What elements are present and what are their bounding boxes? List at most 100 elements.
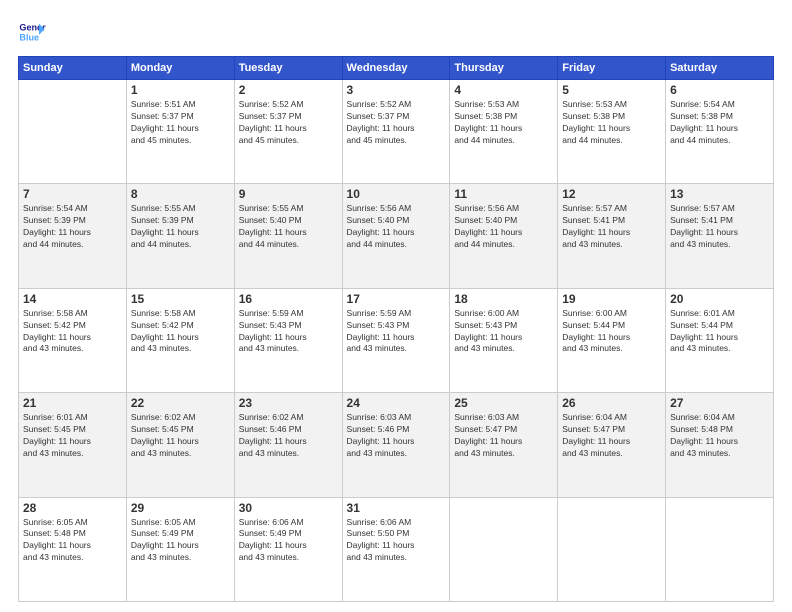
calendar-cell: 14 Sunrise: 5:58 AM Sunset: 5:42 PM Dayli…	[19, 288, 127, 392]
day-info: Sunrise: 6:01 AM Sunset: 5:44 PM Dayligh…	[670, 308, 769, 356]
calendar-header: SundayMondayTuesdayWednesdayThursdayFrid…	[19, 57, 774, 80]
day-number: 27	[670, 396, 769, 410]
day-number: 31	[347, 501, 446, 515]
day-info: Sunrise: 6:01 AM Sunset: 5:45 PM Dayligh…	[23, 412, 122, 460]
week-row-3: 14 Sunrise: 5:58 AM Sunset: 5:42 PM Dayli…	[19, 288, 774, 392]
day-number: 21	[23, 396, 122, 410]
calendar-cell: 19Sunrise: 6:00 AM Sunset: 5:44 PM Dayli…	[558, 288, 666, 392]
logo-icon: General Blue	[18, 18, 46, 46]
day-info: Sunrise: 5:53 AM Sunset: 5:38 PM Dayligh…	[454, 99, 553, 147]
day-info: Sunrise: 5:55 AM Sunset: 5:40 PM Dayligh…	[239, 203, 338, 251]
day-number: 25	[454, 396, 553, 410]
calendar-cell: 23 Sunrise: 6:02 AM Sunset: 5:46 PM Dayli…	[234, 393, 342, 497]
day-info: Sunrise: 5:56 AM Sunset: 5:40 PM Dayligh…	[347, 203, 446, 251]
calendar-cell	[666, 497, 774, 601]
day-info: Sunrise: 6:02 AM Sunset: 5:46 PM Dayligh…	[239, 412, 338, 460]
day-info: Sunrise: 6:05 AM Sunset: 5:48 PM Dayligh…	[23, 517, 122, 565]
day-info: Sunrise: 5:52 AM Sunset: 5:37 PM Dayligh…	[347, 99, 446, 147]
calendar-table: SundayMondayTuesdayWednesdayThursdayFrid…	[18, 56, 774, 602]
calendar-cell	[450, 497, 558, 601]
week-row-4: 21 Sunrise: 6:01 AM Sunset: 5:45 PM Dayli…	[19, 393, 774, 497]
weekday-header-sunday: Sunday	[19, 57, 127, 80]
day-info: Sunrise: 6:04 AM Sunset: 5:48 PM Dayligh…	[670, 412, 769, 460]
day-number: 11	[454, 187, 553, 201]
day-info: Sunrise: 5:55 AM Sunset: 5:39 PM Dayligh…	[131, 203, 230, 251]
calendar-cell: 31 Sunrise: 6:06 AM Sunset: 5:50 PM Dayli…	[342, 497, 450, 601]
day-number: 28	[23, 501, 122, 515]
day-info: Sunrise: 5:54 AM Sunset: 5:38 PM Dayligh…	[670, 99, 769, 147]
day-number: 6	[670, 83, 769, 97]
calendar-cell: 11 Sunrise: 5:56 AM Sunset: 5:40 PM Dayli…	[450, 184, 558, 288]
calendar-cell: 24Sunrise: 6:03 AM Sunset: 5:46 PM Dayli…	[342, 393, 450, 497]
day-number: 22	[131, 396, 230, 410]
weekday-header-friday: Friday	[558, 57, 666, 80]
day-info: Sunrise: 6:06 AM Sunset: 5:50 PM Dayligh…	[347, 517, 446, 565]
calendar-cell: 5Sunrise: 5:53 AM Sunset: 5:38 PM Daylig…	[558, 80, 666, 184]
day-info: Sunrise: 5:59 AM Sunset: 5:43 PM Dayligh…	[239, 308, 338, 356]
day-number: 3	[347, 83, 446, 97]
day-number: 23	[239, 396, 338, 410]
day-info: Sunrise: 6:00 AM Sunset: 5:44 PM Dayligh…	[562, 308, 661, 356]
weekday-row: SundayMondayTuesdayWednesdayThursdayFrid…	[19, 57, 774, 80]
calendar-cell: 6 Sunrise: 5:54 AM Sunset: 5:38 PM Daylig…	[666, 80, 774, 184]
day-number: 13	[670, 187, 769, 201]
day-info: Sunrise: 6:04 AM Sunset: 5:47 PM Dayligh…	[562, 412, 661, 460]
calendar-cell: 4 Sunrise: 5:53 AM Sunset: 5:38 PM Daylig…	[450, 80, 558, 184]
calendar-cell: 8 Sunrise: 5:55 AM Sunset: 5:39 PM Daylig…	[126, 184, 234, 288]
day-number: 29	[131, 501, 230, 515]
calendar-cell: 27 Sunrise: 6:04 AM Sunset: 5:48 PM Dayli…	[666, 393, 774, 497]
day-info: Sunrise: 5:53 AM Sunset: 5:38 PM Dayligh…	[562, 99, 661, 147]
weekday-header-tuesday: Tuesday	[234, 57, 342, 80]
calendar-cell: 16 Sunrise: 5:59 AM Sunset: 5:43 PM Dayli…	[234, 288, 342, 392]
day-number: 9	[239, 187, 338, 201]
day-number: 10	[347, 187, 446, 201]
calendar-cell: 28 Sunrise: 6:05 AM Sunset: 5:48 PM Dayli…	[19, 497, 127, 601]
calendar-cell: 18 Sunrise: 6:00 AM Sunset: 5:43 PM Dayli…	[450, 288, 558, 392]
calendar-cell: 3 Sunrise: 5:52 AM Sunset: 5:37 PM Daylig…	[342, 80, 450, 184]
day-number: 30	[239, 501, 338, 515]
day-info: Sunrise: 5:57 AM Sunset: 5:41 PM Dayligh…	[562, 203, 661, 251]
calendar-page: General Blue SundayMondayTuesdayWednesda…	[0, 0, 792, 612]
day-info: Sunrise: 6:05 AM Sunset: 5:49 PM Dayligh…	[131, 517, 230, 565]
day-number: 18	[454, 292, 553, 306]
day-info: Sunrise: 6:00 AM Sunset: 5:43 PM Dayligh…	[454, 308, 553, 356]
day-info: Sunrise: 5:57 AM Sunset: 5:41 PM Dayligh…	[670, 203, 769, 251]
calendar-cell: 2Sunrise: 5:52 AM Sunset: 5:37 PM Daylig…	[234, 80, 342, 184]
day-number: 8	[131, 187, 230, 201]
calendar-body: 1 Sunrise: 5:51 AM Sunset: 5:37 PM Daylig…	[19, 80, 774, 602]
day-number: 26	[562, 396, 661, 410]
day-info: Sunrise: 6:02 AM Sunset: 5:45 PM Dayligh…	[131, 412, 230, 460]
header-area: General Blue	[18, 18, 774, 46]
day-info: Sunrise: 5:58 AM Sunset: 5:42 PM Dayligh…	[23, 308, 122, 356]
calendar-cell: 13 Sunrise: 5:57 AM Sunset: 5:41 PM Dayli…	[666, 184, 774, 288]
day-number: 4	[454, 83, 553, 97]
calendar-cell	[558, 497, 666, 601]
calendar-cell: 30 Sunrise: 6:06 AM Sunset: 5:49 PM Dayli…	[234, 497, 342, 601]
day-number: 14	[23, 292, 122, 306]
calendar-cell: 15 Sunrise: 5:58 AM Sunset: 5:42 PM Dayli…	[126, 288, 234, 392]
calendar-cell: 22 Sunrise: 6:02 AM Sunset: 5:45 PM Dayli…	[126, 393, 234, 497]
day-number: 7	[23, 187, 122, 201]
calendar-cell: 29 Sunrise: 6:05 AM Sunset: 5:49 PM Dayli…	[126, 497, 234, 601]
day-info: Sunrise: 6:03 AM Sunset: 5:47 PM Dayligh…	[454, 412, 553, 460]
day-info: Sunrise: 5:52 AM Sunset: 5:37 PM Dayligh…	[239, 99, 338, 147]
day-info: Sunrise: 5:51 AM Sunset: 5:37 PM Dayligh…	[131, 99, 230, 147]
day-info: Sunrise: 5:58 AM Sunset: 5:42 PM Dayligh…	[131, 308, 230, 356]
calendar-cell: 21 Sunrise: 6:01 AM Sunset: 5:45 PM Dayli…	[19, 393, 127, 497]
calendar-cell: 20 Sunrise: 6:01 AM Sunset: 5:44 PM Dayli…	[666, 288, 774, 392]
day-info: Sunrise: 5:56 AM Sunset: 5:40 PM Dayligh…	[454, 203, 553, 251]
day-info: Sunrise: 5:54 AM Sunset: 5:39 PM Dayligh…	[23, 203, 122, 251]
day-number: 1	[131, 83, 230, 97]
calendar-cell: 7 Sunrise: 5:54 AM Sunset: 5:39 PM Daylig…	[19, 184, 127, 288]
weekday-header-wednesday: Wednesday	[342, 57, 450, 80]
week-row-5: 28 Sunrise: 6:05 AM Sunset: 5:48 PM Dayli…	[19, 497, 774, 601]
week-row-1: 1 Sunrise: 5:51 AM Sunset: 5:37 PM Daylig…	[19, 80, 774, 184]
logo: General Blue	[18, 18, 46, 46]
day-number: 20	[670, 292, 769, 306]
day-number: 15	[131, 292, 230, 306]
calendar-cell: 26 Sunrise: 6:04 AM Sunset: 5:47 PM Dayli…	[558, 393, 666, 497]
day-info: Sunrise: 5:59 AM Sunset: 5:43 PM Dayligh…	[347, 308, 446, 356]
day-info: Sunrise: 6:06 AM Sunset: 5:49 PM Dayligh…	[239, 517, 338, 565]
day-number: 16	[239, 292, 338, 306]
calendar-cell: 10 Sunrise: 5:56 AM Sunset: 5:40 PM Dayli…	[342, 184, 450, 288]
